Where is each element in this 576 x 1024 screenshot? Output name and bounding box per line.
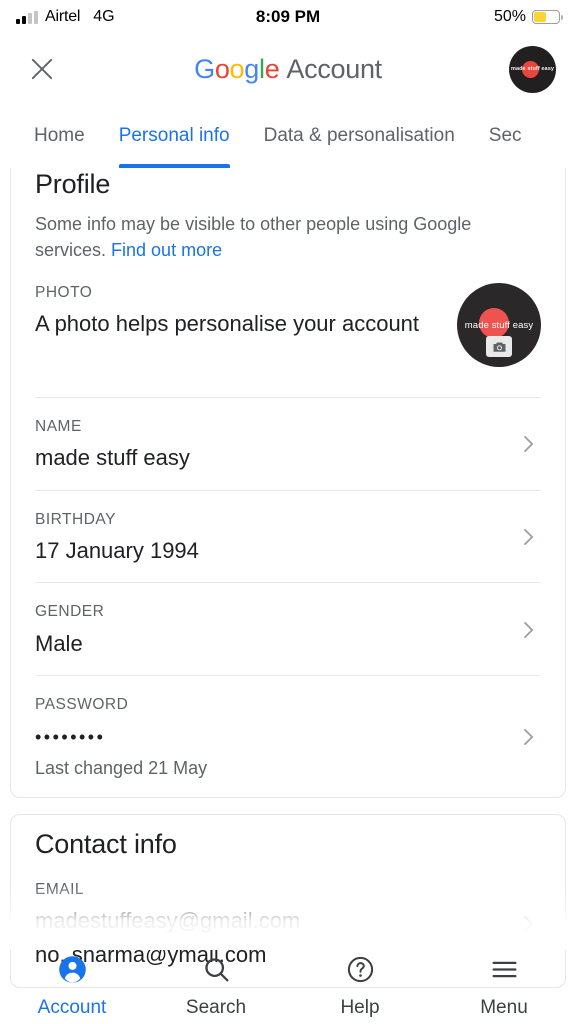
logo-letter-g: G <box>194 53 215 84</box>
chevron-right-icon[interactable] <box>515 724 541 750</box>
chevron-right-icon[interactable] <box>515 524 541 550</box>
app-bar: Google Account made stuff easy <box>0 34 576 104</box>
bottom-tab-search-label: Search <box>185 997 247 1018</box>
network-type-label: 4G <box>93 8 115 25</box>
row-birthday-label: BIRTHDAY <box>35 510 116 528</box>
scroll-content[interactable]: Profile Some info may be visible to othe… <box>0 168 576 1024</box>
search-icon <box>202 955 231 990</box>
row-photo-label: PHOTO <box>35 284 93 302</box>
profile-photo-avatar[interactable]: made stuff easy <box>457 283 541 368</box>
signal-bars-icon <box>16 10 38 24</box>
find-out-more-link[interactable]: Find out more <box>111 240 222 260</box>
logo-letter-o1: o <box>214 53 230 84</box>
logo-letter-g2: g <box>244 53 259 84</box>
row-photo-value: A photo helps personalise your account <box>35 311 420 337</box>
carrier-label: Airtel <box>45 8 81 25</box>
row-email-label: EMAIL <box>35 880 85 898</box>
status-bar-left: Airtel 4G <box>16 8 494 26</box>
row-gender-label: GENDER <box>35 603 105 621</box>
avatar-name-label: made stuff easy <box>510 66 555 72</box>
row-email-value: madestuffeasy@gmail.com <box>35 907 301 933</box>
profile-card-subtitle-text: Some info may be visible to other people… <box>35 214 472 260</box>
bottom-tab-search[interactable]: Search <box>144 950 288 1024</box>
person-icon <box>58 955 87 990</box>
chevron-right-icon[interactable] <box>515 911 541 937</box>
tab-home-label: Home <box>34 125 85 146</box>
tab-personal-info[interactable]: Personal info <box>102 104 247 168</box>
bottom-tab-account-label: Account <box>37 997 107 1018</box>
bottom-tab-account[interactable]: Account <box>0 950 144 1024</box>
battery-percent-label: 50% <box>493 8 526 25</box>
tab-personal-info-label: Personal info <box>118 125 230 146</box>
tab-data-personalisation[interactable]: Data & personalisation <box>247 104 472 168</box>
row-name[interactable]: NAME made stuff easy <box>11 397 565 490</box>
row-gender[interactable]: GENDER Male <box>11 582 565 675</box>
row-birthday[interactable]: BIRTHDAY 17 January 1994 <box>11 489 565 583</box>
page-title: Google Account <box>0 54 576 85</box>
row-name-label: NAME <box>35 418 82 436</box>
bottom-tab-menu[interactable]: Menu <box>432 950 576 1024</box>
avatar-name-label: made stuff easy <box>464 320 534 332</box>
row-photo-text: PHOTO A photo helps personalise your acc… <box>35 283 445 338</box>
close-icon[interactable] <box>20 47 64 91</box>
row-birthday-text: BIRTHDAY 17 January 1994 <box>35 510 503 565</box>
tab-security-label: Sec <box>488 125 522 146</box>
row-photo[interactable]: PHOTO A photo helps personalise your acc… <box>11 263 565 397</box>
row-password-value: •••••••• <box>35 727 106 748</box>
bottom-tab-help-label: Help <box>340 997 380 1018</box>
logo-letter-l: l <box>258 53 265 84</box>
avatar[interactable]: made stuff easy <box>509 45 556 93</box>
battery-icon <box>532 10 563 24</box>
logo-letter-o2: o <box>229 53 245 84</box>
tab-bar: Home Personal info Data & personalisatio… <box>0 104 576 168</box>
row-birthday-value: 17 January 1994 <box>35 537 199 563</box>
row-name-value: made stuff easy <box>35 445 190 471</box>
chevron-right-icon[interactable] <box>515 617 541 643</box>
google-account-screen: Airtel 4G 8:09 PM 50% Google Account made… <box>0 0 576 1024</box>
row-password[interactable]: PASSWORD •••••••• Last changed 21 May <box>11 675 565 797</box>
logo-letter-e: e <box>264 53 280 84</box>
app-bar-subtitle: Account <box>286 53 382 84</box>
help-circle-icon <box>346 955 375 990</box>
row-password-text: PASSWORD •••••••• Last changed 21 May <box>35 695 503 779</box>
tab-data-personalisation-label: Data & personalisation <box>263 125 455 146</box>
profile-card: Profile Some info may be visible to othe… <box>10 168 566 798</box>
row-gender-text: GENDER Male <box>35 602 503 657</box>
camera-icon[interactable] <box>486 336 512 358</box>
status-bar-right: 50% <box>493 8 563 26</box>
contact-info-card-title: Contact info <box>35 828 177 859</box>
row-password-sub: Last changed 21 May <box>35 757 208 778</box>
row-password-label: PASSWORD <box>35 696 129 714</box>
hamburger-menu-icon <box>490 955 519 990</box>
status-bar: Airtel 4G 8:09 PM 50% <box>0 0 576 34</box>
profile-card-title: Profile <box>35 169 111 199</box>
bottom-tab-help[interactable]: Help <box>288 950 432 1024</box>
tab-security[interactable]: Sec <box>472 104 539 168</box>
bottom-tab-menu-label: Menu <box>480 997 528 1018</box>
profile-card-subtitle: Some info may be visible to other people… <box>11 200 565 263</box>
row-name-text: NAME made stuff easy <box>35 417 503 472</box>
row-gender-value: Male <box>35 630 83 656</box>
chevron-right-icon[interactable] <box>515 431 541 457</box>
tab-home[interactable]: Home <box>0 104 102 168</box>
bottom-navigation-bar: Account Search Help Menu <box>0 950 576 1024</box>
